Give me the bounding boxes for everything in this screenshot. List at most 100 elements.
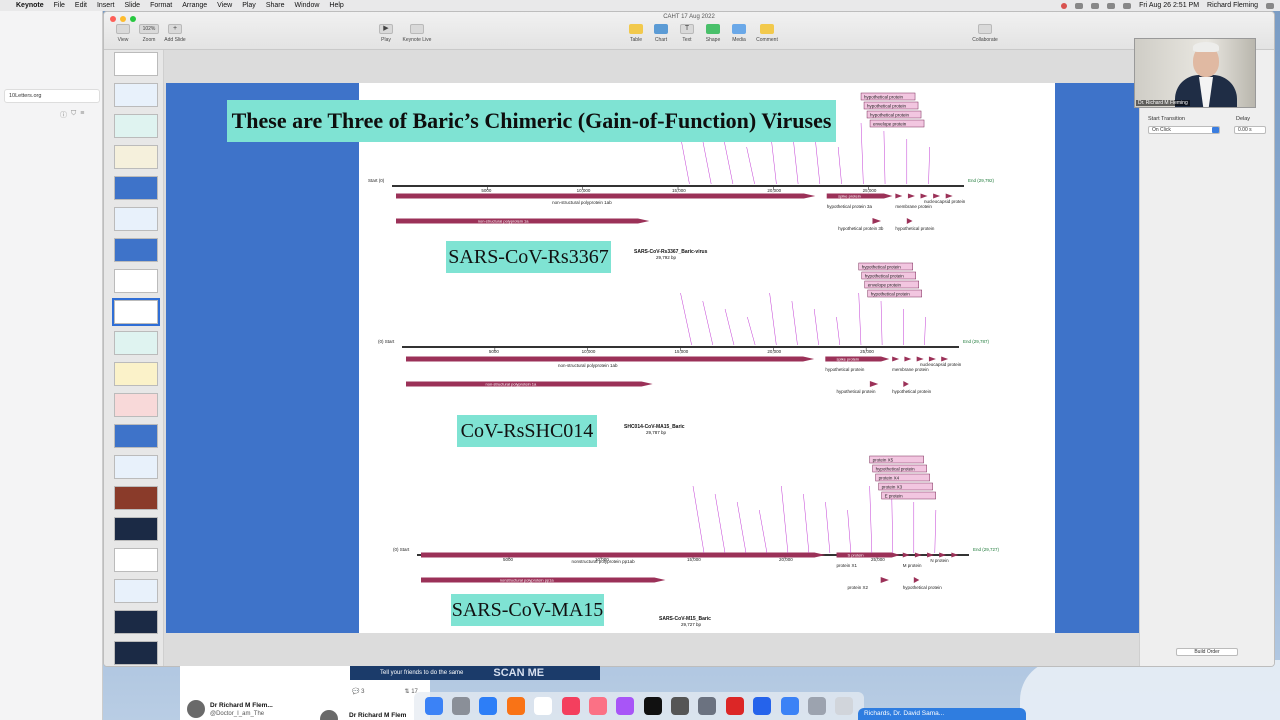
slide-thumbnail[interactable] bbox=[114, 424, 158, 448]
menu-format[interactable]: Format bbox=[150, 2, 172, 9]
menu-arrange[interactable]: Arrange bbox=[182, 2, 207, 9]
photos-icon[interactable] bbox=[561, 697, 580, 715]
shield-icon[interactable]: ⛉ bbox=[71, 110, 76, 120]
menu-edit[interactable]: Edit bbox=[75, 2, 87, 9]
comment-button[interactable]: Comment bbox=[750, 24, 784, 43]
slide-thumbnail[interactable] bbox=[114, 579, 158, 603]
slide-thumbnail[interactable] bbox=[114, 207, 158, 231]
search-icon[interactable] bbox=[1107, 2, 1116, 9]
keynote-icon[interactable] bbox=[780, 697, 799, 715]
start-transition-select[interactable]: On Click bbox=[1148, 126, 1220, 134]
menu-file[interactable]: File bbox=[54, 2, 65, 9]
acrobat-icon[interactable] bbox=[725, 697, 744, 715]
slide-thumbnail[interactable] bbox=[114, 610, 158, 634]
control-center-icon[interactable] bbox=[1123, 2, 1132, 9]
info-icon[interactable]: ⓘ bbox=[60, 110, 67, 120]
avatar[interactable] bbox=[187, 700, 205, 718]
membrane-label: membrane protein bbox=[895, 204, 932, 209]
slide-thumbnail[interactable] bbox=[114, 176, 158, 200]
tweet-banner-text: Tell your friends to do the same bbox=[380, 670, 464, 676]
build-order-button[interactable]: Build Order bbox=[1176, 648, 1238, 656]
calculator-icon[interactable] bbox=[671, 697, 690, 715]
annotation-line bbox=[747, 316, 756, 346]
slide-thumbnail[interactable] bbox=[114, 641, 158, 665]
menu-app-name[interactable]: Keynote bbox=[16, 2, 44, 9]
browser-tab[interactable]: 10Letters.org bbox=[4, 89, 100, 103]
slide-thumbnail[interactable] bbox=[114, 517, 158, 541]
slide-thumbnail[interactable] bbox=[114, 83, 158, 107]
wifi-icon[interactable] bbox=[1091, 2, 1100, 9]
notification-pill[interactable]: Richards, Dr. David Sama... bbox=[858, 708, 1026, 720]
launchpad-icon[interactable] bbox=[452, 697, 471, 715]
protein-box-label: hypothetical protein bbox=[870, 112, 910, 117]
menu-share[interactable]: Share bbox=[266, 2, 285, 9]
trash-icon[interactable] bbox=[835, 697, 854, 715]
menu-insert[interactable]: Insert bbox=[97, 2, 115, 9]
collaborate-button[interactable]: Collaborate bbox=[968, 24, 1002, 43]
annotation-line bbox=[724, 308, 735, 346]
slide-thumbnail[interactable] bbox=[114, 486, 158, 510]
slide-thumbnail[interactable] bbox=[114, 548, 158, 572]
slide-title[interactable]: These are Three of Baric’s Chimeric (Gai… bbox=[227, 100, 836, 142]
zoom-label: Zoom bbox=[142, 37, 156, 43]
orf-arrow-lower bbox=[880, 577, 889, 583]
finder-icon[interactable] bbox=[424, 697, 443, 715]
display-icon[interactable] bbox=[1075, 2, 1084, 9]
menu-window[interactable]: Window bbox=[295, 2, 320, 9]
record-icon[interactable] bbox=[1061, 2, 1068, 9]
dock bbox=[414, 692, 864, 720]
slide-thumbnail[interactable] bbox=[114, 52, 158, 76]
annotation-line bbox=[858, 292, 862, 346]
webcam-overlay: Dr. Richard M Fleming bbox=[1134, 38, 1256, 108]
menu-help[interactable]: Help bbox=[329, 2, 343, 9]
slide-thumbnail[interactable] bbox=[114, 362, 158, 386]
slide-thumbnail[interactable] bbox=[114, 238, 158, 262]
list-icon[interactable]: ≡ bbox=[80, 110, 84, 120]
add-slide-button[interactable]: + Add Slide bbox=[158, 24, 192, 43]
membrane-label: M protein bbox=[903, 563, 922, 568]
tweet-author-handle[interactable]: @Doctor_I_am_The bbox=[210, 711, 264, 717]
text-label: Text bbox=[682, 37, 692, 43]
genome-start-label: (0) Start bbox=[393, 547, 410, 552]
virus-label-rs3367[interactable]: SARS-CoV-Rs3367 bbox=[446, 241, 611, 273]
slide-thumbnail[interactable] bbox=[112, 298, 160, 326]
tv-icon[interactable] bbox=[643, 697, 662, 715]
safari-icon[interactable] bbox=[479, 697, 498, 715]
slide-thumbnail[interactable] bbox=[114, 114, 158, 138]
play-button[interactable]: ▶ Play bbox=[369, 24, 403, 43]
system-preferences-icon[interactable] bbox=[698, 697, 717, 715]
menu-play[interactable]: Play bbox=[242, 2, 256, 9]
downloads-icon[interactable] bbox=[807, 697, 826, 715]
menubar-datetime[interactable]: Fri Aug 26 2:51 PM bbox=[1139, 2, 1199, 9]
slide[interactable]: 5000 10,000 15,000 20,000 25,000 Start (0) End… bbox=[166, 83, 1141, 633]
slide-thumbnail[interactable] bbox=[114, 269, 158, 293]
slide-thumbnail[interactable] bbox=[114, 455, 158, 479]
siri-icon[interactable] bbox=[1266, 2, 1274, 9]
keynote-live-button[interactable]: Keynote Live bbox=[400, 24, 434, 43]
menu-view[interactable]: View bbox=[217, 2, 232, 9]
orf-arrow bbox=[895, 193, 903, 199]
tweet-author-name-2[interactable]: Dr Richard M Flem bbox=[349, 712, 406, 719]
delay-input[interactable]: 0.00 s bbox=[1234, 126, 1266, 134]
reply-count[interactable]: 💬 3 bbox=[352, 688, 364, 695]
slide-thumbnail[interactable] bbox=[114, 331, 158, 355]
tweet-author-name[interactable]: Dr Richard M Flem... bbox=[210, 702, 273, 709]
menubar-user[interactable]: Richard Fleming bbox=[1207, 2, 1258, 9]
zoom-app-icon[interactable] bbox=[753, 697, 772, 715]
slide-thumbnail[interactable] bbox=[114, 145, 158, 169]
slide-thumbnail[interactable] bbox=[114, 393, 158, 417]
music-icon[interactable] bbox=[588, 697, 607, 715]
membrane-label: membrane protein bbox=[892, 367, 929, 372]
firefox-icon[interactable] bbox=[506, 697, 525, 715]
slide-navigator bbox=[104, 50, 164, 666]
orf-arrow bbox=[927, 552, 935, 558]
virus-label-rsshc014[interactable]: CoV-RsSHC014 bbox=[457, 415, 597, 447]
menu-slide[interactable]: Slide bbox=[124, 2, 140, 9]
view-label: View bbox=[117, 37, 129, 43]
tweet-banner[interactable]: Tell your friends to do the same SCAN ME bbox=[350, 666, 600, 680]
orf-arrow bbox=[892, 356, 900, 362]
nucleocapsid-label: nucleocapsid protein bbox=[924, 199, 966, 204]
virus-label-ma15[interactable]: SARS-CoV-MA15 bbox=[451, 594, 604, 626]
calendar-icon[interactable] bbox=[534, 697, 553, 715]
podcasts-icon[interactable] bbox=[616, 697, 635, 715]
